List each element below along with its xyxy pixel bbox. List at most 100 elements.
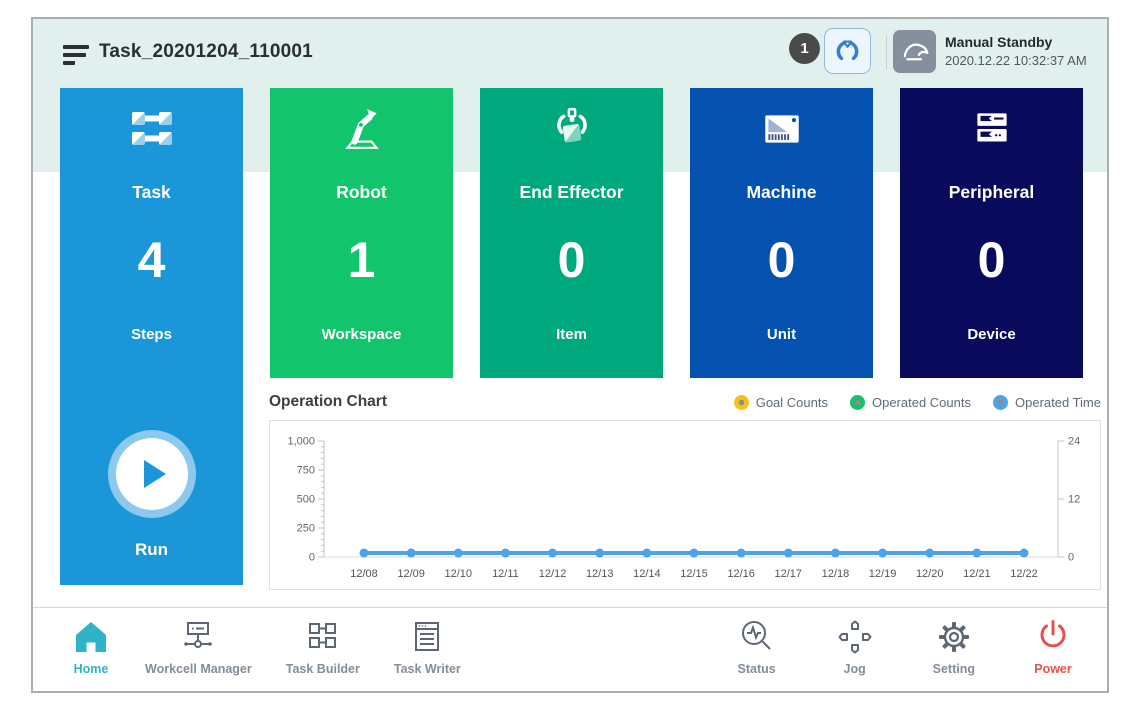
legend-label: Operated Time xyxy=(1015,395,1101,410)
header-divider xyxy=(886,36,887,69)
card-unit: Item xyxy=(480,326,663,343)
nav-task-writer[interactable]: Task Writer xyxy=(394,617,461,676)
goal-counts-dot-icon xyxy=(734,395,749,410)
peripheral-icon xyxy=(900,105,1083,153)
svg-text:250: 250 xyxy=(297,523,315,535)
svg-text:500: 500 xyxy=(297,494,315,506)
gripper-icon xyxy=(834,38,861,65)
card-value: 4 xyxy=(60,231,243,289)
card-label: End Effector xyxy=(480,182,663,203)
svg-text:12/15: 12/15 xyxy=(680,568,708,580)
operation-chart-svg: 0 250 500 750 1,000 0 12 24 12/08 12/09 12/10 12/11… xyxy=(270,421,1100,589)
hand-icon xyxy=(898,35,932,69)
svg-text:12/09: 12/09 xyxy=(397,568,425,580)
screen: Task_20201204_110001 1 Manual Standby 20… xyxy=(0,0,1134,708)
nav-label: Status xyxy=(738,662,776,676)
app-window: Task_20201204_110001 1 Manual Standby 20… xyxy=(31,17,1109,693)
svg-text:12/22: 12/22 xyxy=(1010,568,1038,580)
jog-icon xyxy=(835,617,875,657)
card-label: Peripheral xyxy=(900,182,1083,203)
nav-status[interactable]: Status xyxy=(737,617,777,676)
chart-title: Operation Chart xyxy=(269,393,387,411)
svg-text:12/16: 12/16 xyxy=(727,568,755,580)
run-label: Run xyxy=(60,540,243,560)
nav-label: Workcell Manager xyxy=(145,662,252,676)
power-icon xyxy=(1033,617,1073,657)
card-value: 1 xyxy=(270,231,453,289)
svg-text:0: 0 xyxy=(309,552,315,564)
card-label: Task xyxy=(60,182,243,203)
svg-text:12/21: 12/21 xyxy=(963,568,991,580)
nav-label: Task Builder xyxy=(286,662,360,676)
run-button[interactable] xyxy=(108,430,196,518)
svg-text:12/20: 12/20 xyxy=(916,568,944,580)
legend-label: Operated Counts xyxy=(872,395,971,410)
legend-operated-counts: Operated Counts xyxy=(850,395,971,410)
status-icon xyxy=(737,617,777,657)
menu-icon[interactable] xyxy=(63,45,91,67)
svg-text:12/10: 12/10 xyxy=(445,568,473,580)
mode-label: Manual Standby xyxy=(945,33,1087,52)
gripper-end-effector-icon xyxy=(480,105,663,153)
card-value: 0 xyxy=(480,231,663,289)
gripper-tool-button[interactable] xyxy=(824,28,871,74)
workcell-manager-icon xyxy=(178,617,218,657)
nav-label: Setting xyxy=(933,662,975,676)
machine-icon xyxy=(690,105,873,153)
nav-power[interactable]: Power xyxy=(1033,617,1073,676)
card-unit: Unit xyxy=(690,326,873,343)
home-icon xyxy=(71,617,111,657)
operated-counts-dot-icon xyxy=(850,395,865,410)
card-label: Machine xyxy=(690,182,873,203)
card-unit: Workspace xyxy=(270,326,453,343)
svg-text:12/11: 12/11 xyxy=(492,568,519,580)
legend-goal-counts: Goal Counts xyxy=(734,395,828,410)
manual-mode-button[interactable] xyxy=(893,30,936,73)
nav-label: Jog xyxy=(844,662,866,676)
svg-text:0: 0 xyxy=(1068,552,1074,564)
setting-icon xyxy=(934,617,974,657)
task-title: Task_20201204_110001 xyxy=(99,41,313,63)
card-peripheral[interactable]: Peripheral 0 Device xyxy=(900,88,1083,378)
nav-home[interactable]: Home xyxy=(71,617,111,676)
card-label: Robot xyxy=(270,182,453,203)
operated-time-dot-icon xyxy=(993,395,1008,410)
nav-label: Power xyxy=(1034,662,1072,676)
notification-badge[interactable]: 1 xyxy=(789,33,820,64)
nav-task-builder[interactable]: Task Builder xyxy=(286,617,360,676)
bottom-nav: Home Workcell Manager Task Builder xyxy=(33,607,1107,691)
chart-header: Operation Chart Goal Counts Operated Cou… xyxy=(269,390,1101,414)
card-value: 0 xyxy=(900,231,1083,289)
svg-text:12/13: 12/13 xyxy=(586,568,614,580)
task-builder-icon xyxy=(303,617,343,657)
nav-workcell-manager[interactable]: Workcell Manager xyxy=(145,617,252,676)
legend-operated-time: Operated Time xyxy=(993,395,1101,410)
svg-text:1,000: 1,000 xyxy=(287,436,315,448)
svg-text:750: 750 xyxy=(297,465,315,477)
card-value: 0 xyxy=(690,231,873,289)
svg-text:12/19: 12/19 xyxy=(869,568,897,580)
card-unit: Steps xyxy=(60,326,243,343)
svg-text:12: 12 xyxy=(1068,494,1080,506)
card-end-effector[interactable]: End Effector 0 Item xyxy=(480,88,663,378)
card-task[interactable]: Task 4 Steps Run xyxy=(60,88,243,585)
card-robot[interactable]: Robot 1 Workspace xyxy=(270,88,453,378)
nav-label: Home xyxy=(74,662,109,676)
task-icon xyxy=(60,105,243,153)
svg-text:12/08: 12/08 xyxy=(350,568,378,580)
play-icon xyxy=(116,438,188,510)
svg-text:12/12: 12/12 xyxy=(539,568,567,580)
card-machine[interactable]: Machine 0 Unit xyxy=(690,88,873,378)
svg-text:12/17: 12/17 xyxy=(775,568,803,580)
nav-setting[interactable]: Setting xyxy=(933,617,975,676)
mode-status: Manual Standby 2020.12.22 10:32:37 AM xyxy=(945,33,1087,69)
timestamp: 2020.12.22 10:32:37 AM xyxy=(945,52,1087,70)
operation-chart: 0 250 500 750 1,000 0 12 24 12/08 12/09 12/10 12/11… xyxy=(269,420,1101,590)
robot-arm-icon xyxy=(270,105,453,153)
nav-jog[interactable]: Jog xyxy=(835,617,875,676)
svg-text:24: 24 xyxy=(1068,436,1080,448)
svg-text:12/18: 12/18 xyxy=(822,568,850,580)
legend-label: Goal Counts xyxy=(756,395,828,410)
svg-text:12/14: 12/14 xyxy=(633,568,661,580)
chart-legend: Goal Counts Operated Counts Operated Tim… xyxy=(734,395,1101,410)
